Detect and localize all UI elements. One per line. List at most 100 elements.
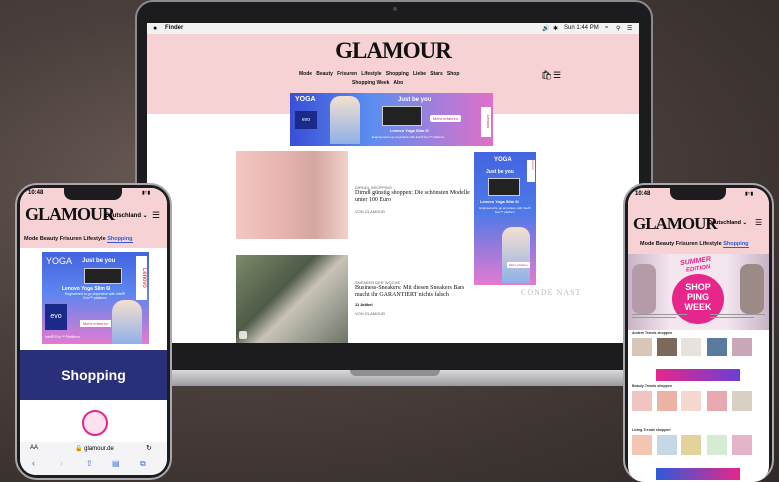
reader-text-size-button[interactable]: AA [30,445,38,451]
product-thumb[interactable] [732,435,752,455]
phone-ad[interactable]: YOGA Just be you Lenovo Lenovo Yoga Slim… [42,252,149,344]
nav-item-frisuren[interactable]: Frisuren [676,241,698,247]
back-icon[interactable]: ‹ [32,458,35,468]
nav-item-lifestyle[interactable]: Lifestyle [361,71,381,77]
region-selector[interactable]: Deutschland ⌄ [708,220,747,226]
section-title: Beauty-Trends shoppen [632,384,672,388]
ad-footnote: Intel® Evo™ Plattform [45,335,80,339]
nav-item-shopping[interactable]: Shopping [723,241,749,248]
conde-nast-watermark: CONDÉ NAST [521,288,582,297]
product-thumb[interactable] [681,391,701,411]
search-icon[interactable]: ⚲ [616,25,620,32]
banner-ad[interactable]: YOGA evo Just be you Mehr erfahren Lenov… [290,93,493,146]
secondary-nav: Shopping Week Abo [352,80,403,86]
main-nav: Mode Beauty Frisuren Lifestyle Shopping … [299,71,459,77]
nav-item-mode[interactable]: Mode [640,241,654,247]
ad-subtext: Engineered to go anywhere with Intel® Ev… [64,292,126,300]
product-row [632,338,765,356]
url-field[interactable]: 🔒 glamour.de [75,445,114,452]
product-thumb[interactable] [681,435,701,455]
product-thumb[interactable] [707,435,727,455]
ad-cta-button[interactable]: Mehr erfahren [430,115,462,122]
nav-item-shop[interactable]: Shop [447,71,460,77]
hero-shop: SHOP [685,282,711,292]
product-thumb[interactable] [732,391,752,411]
menu-icon[interactable]: ☰ [755,218,762,227]
nav-item-shopping[interactable]: Shopping [386,71,409,77]
nav-item-beauty[interactable]: Beauty [40,236,58,242]
site-logo[interactable]: GLAMOUR [147,38,639,64]
menu-icon[interactable]: ☰ [553,70,561,81]
laptop-lid-notch [350,370,440,376]
ad-brand: YOGA [295,96,316,103]
nav-item-frisuren[interactable]: Frisuren [337,71,357,77]
hero-caption-right [710,312,765,320]
forward-icon[interactable]: › [60,458,63,468]
nav-item-lifestyle[interactable]: Lifestyle [83,236,105,242]
product-thumb[interactable] [632,435,652,455]
article-image-sneakers[interactable] [236,255,348,343]
product-thumb[interactable] [707,391,727,411]
product-thumb[interactable] [657,391,677,411]
wifi-icon[interactable]: ≈ [605,25,608,31]
menu-icon[interactable]: ☰ [152,210,160,221]
hero-model-right [740,264,764,314]
product-thumb[interactable] [632,391,652,411]
nav-item-mode[interactable]: Mode [24,236,38,242]
cart-icon[interactable]: 🛍 [541,70,552,81]
site-logo[interactable]: GLAMOUR [633,214,718,234]
nav-item-abo[interactable]: Abo [393,80,403,86]
ad-laptop-image [84,268,122,284]
ad-model-image [330,96,360,144]
product-thumb[interactable] [632,338,652,356]
nav-item-beauty[interactable]: Beauty [656,241,674,247]
section-heading: Shopping [20,350,167,400]
apple-icon[interactable]: ● [153,25,157,32]
nav-item-beauty[interactable]: Beauty [316,71,333,77]
nav-item-liebe[interactable]: Liebe [413,71,426,77]
bookmarks-icon[interactable]: ▤ [112,459,120,468]
ad-vendor-logo: Lenovo [527,160,535,182]
ad-brand: YOGA [46,256,73,266]
product-thumb[interactable] [707,338,727,356]
nav-item-stars[interactable]: Stars [430,71,443,77]
volume-icon[interactable]: 🔊 [542,25,549,32]
promo-banner[interactable] [656,369,740,381]
promo-banner[interactable] [656,468,740,480]
ad-subtext: Engineered to go anywhere with Intel® Ev… [479,206,531,214]
ad-cta-button[interactable]: Mehr erfahren [507,262,530,268]
bluetooth-icon[interactable]: ✱ [553,25,558,32]
product-thumb[interactable] [657,435,677,455]
article-image-dirndl[interactable] [236,151,348,239]
nav-item-shopping[interactable]: Shopping [107,236,133,243]
article-byline: VON GLAMOUR [355,209,386,214]
section-title: Andere Trends shoppen [632,331,673,335]
phone-left-screen: 10:48 ▮≈▮ GLAMOUR Deutschland ⌄ ☰ Mode B… [20,188,167,475]
article-title[interactable]: Dirndl günstig shoppen: Die schönsten Mo… [355,190,470,204]
menubar-clock[interactable]: Sun 1:44 PM [564,25,599,31]
nav-item-shopping-week[interactable]: Shopping Week [352,80,389,86]
hero-ping: PING [686,292,709,302]
article-title[interactable]: Business-Sneakers: Mit diesen Sneakers B… [355,285,470,299]
tabs-icon[interactable]: ⧉ [140,459,146,469]
ad-tagline: Just be you [398,97,432,103]
share-icon[interactable]: ⇧ [86,459,93,468]
region-selector[interactable]: Deutschland ⌄ [105,212,148,219]
mac-menubar: ● Finder 🔊 ✱ Sun 1:44 PM ≈ ⚲ ☰ [147,23,639,34]
product-thumb[interactable] [732,338,752,356]
nav-item-mode[interactable]: Mode [299,71,312,77]
shopping-week-badge[interactable] [82,410,108,436]
product-thumb[interactable] [681,338,701,356]
ad-cta-button[interactable]: Mehr erfahren [80,320,112,327]
product-thumb[interactable] [657,338,677,356]
menubar-app-name[interactable]: Finder [165,25,183,31]
status-icons: ▮≈▮ [745,191,754,197]
side-ad[interactable]: YOGA Lenovo Just be you Lenovo Yoga Slim… [474,152,536,285]
site-logo[interactable]: GLAMOUR [25,204,115,225]
ad-chip-badge: evo [45,304,67,330]
nav-item-frisuren[interactable]: Frisuren [60,236,82,242]
reload-icon[interactable]: ↻ [146,444,152,452]
control-center-icon[interactable]: ☰ [627,25,632,32]
nav-item-lifestyle[interactable]: Lifestyle [699,241,721,247]
ad-product: Lenovo Yoga Slim 6i [480,199,519,204]
